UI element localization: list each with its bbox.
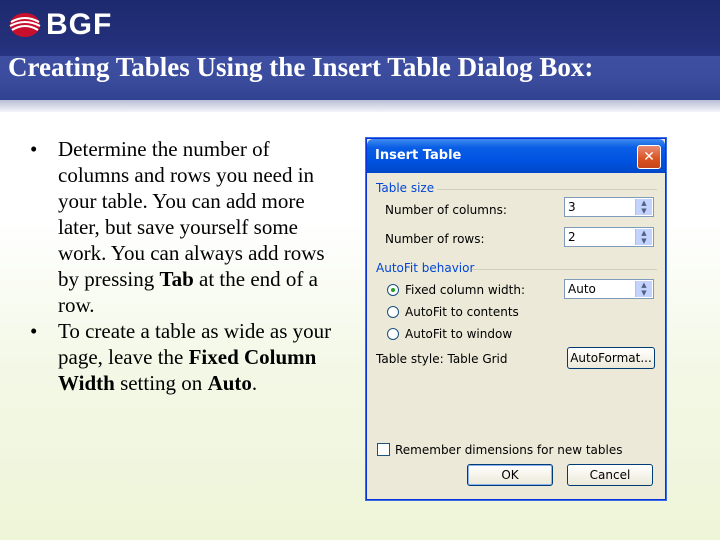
close-icon: ✕	[643, 149, 655, 165]
rows-label: Number of rows:	[385, 232, 485, 246]
rows-stepper[interactable]: 2 ▲ ▼	[564, 227, 654, 247]
autofit-contents-label: AutoFit to contents	[405, 305, 519, 319]
bullet-text: setting on	[114, 371, 208, 395]
dialog-titlebar[interactable]: Insert Table ✕	[367, 139, 665, 173]
insert-table-dialog: Insert Table ✕ Table size Number of colu…	[366, 138, 666, 500]
bullet-text: .	[251, 371, 258, 395]
divider	[437, 189, 657, 190]
cancel-button[interactable]: Cancel	[567, 464, 653, 486]
autofit-window-label: AutoFit to window	[405, 327, 513, 341]
slide-title: Creating Tables Using the Insert Table D…	[8, 52, 594, 82]
close-button[interactable]: ✕	[637, 145, 661, 169]
globe-icon	[9, 13, 41, 37]
autofit-group-label: AutoFit behavior	[376, 261, 475, 275]
bullet-dot: •	[30, 137, 38, 161]
bullet-bold: Tab	[159, 267, 194, 291]
remember-label: Remember dimensions for new tables	[395, 443, 623, 457]
fixed-width-value: Auto	[568, 282, 596, 296]
bgf-logo: BGF	[8, 8, 112, 42]
autofit-contents-radio[interactable]	[387, 306, 399, 318]
autoformat-button[interactable]: AutoFormat...	[567, 347, 655, 369]
columns-stepper[interactable]: 3 ▲ ▼	[564, 197, 654, 217]
divider	[472, 269, 657, 270]
columns-value: 3	[568, 200, 576, 214]
spin-arrows-icon[interactable]: ▲ ▼	[635, 229, 652, 245]
fixed-width-stepper[interactable]: Auto ▲ ▼	[564, 279, 654, 299]
dialog-title: Insert Table	[375, 148, 462, 163]
bullet-item: • To create a table as wide as your page…	[28, 318, 338, 396]
table-style-label: Table style: Table Grid	[376, 352, 508, 366]
columns-label: Number of columns:	[385, 203, 507, 217]
slide-header: BGF Creating Tables Using the Insert Tab…	[0, 0, 720, 114]
remember-checkbox[interactable]	[377, 443, 390, 456]
spin-arrows-icon[interactable]: ▲ ▼	[635, 199, 652, 215]
logo-text: BGF	[46, 8, 113, 41]
bullet-bold: Auto	[207, 371, 252, 395]
bullet-list: • Determine the number of columns and ro…	[28, 136, 338, 396]
rows-value: 2	[568, 230, 576, 244]
bullet-item: • Determine the number of columns and ro…	[28, 136, 338, 318]
fixed-width-radio[interactable]	[387, 284, 399, 296]
bullet-dot: •	[30, 319, 38, 343]
ok-button[interactable]: OK	[467, 464, 553, 486]
autofit-window-radio[interactable]	[387, 328, 399, 340]
spin-arrows-icon[interactable]: ▲ ▼	[635, 281, 652, 297]
fixed-width-label: Fixed column width:	[405, 283, 526, 297]
table-size-group-label: Table size	[376, 181, 435, 195]
